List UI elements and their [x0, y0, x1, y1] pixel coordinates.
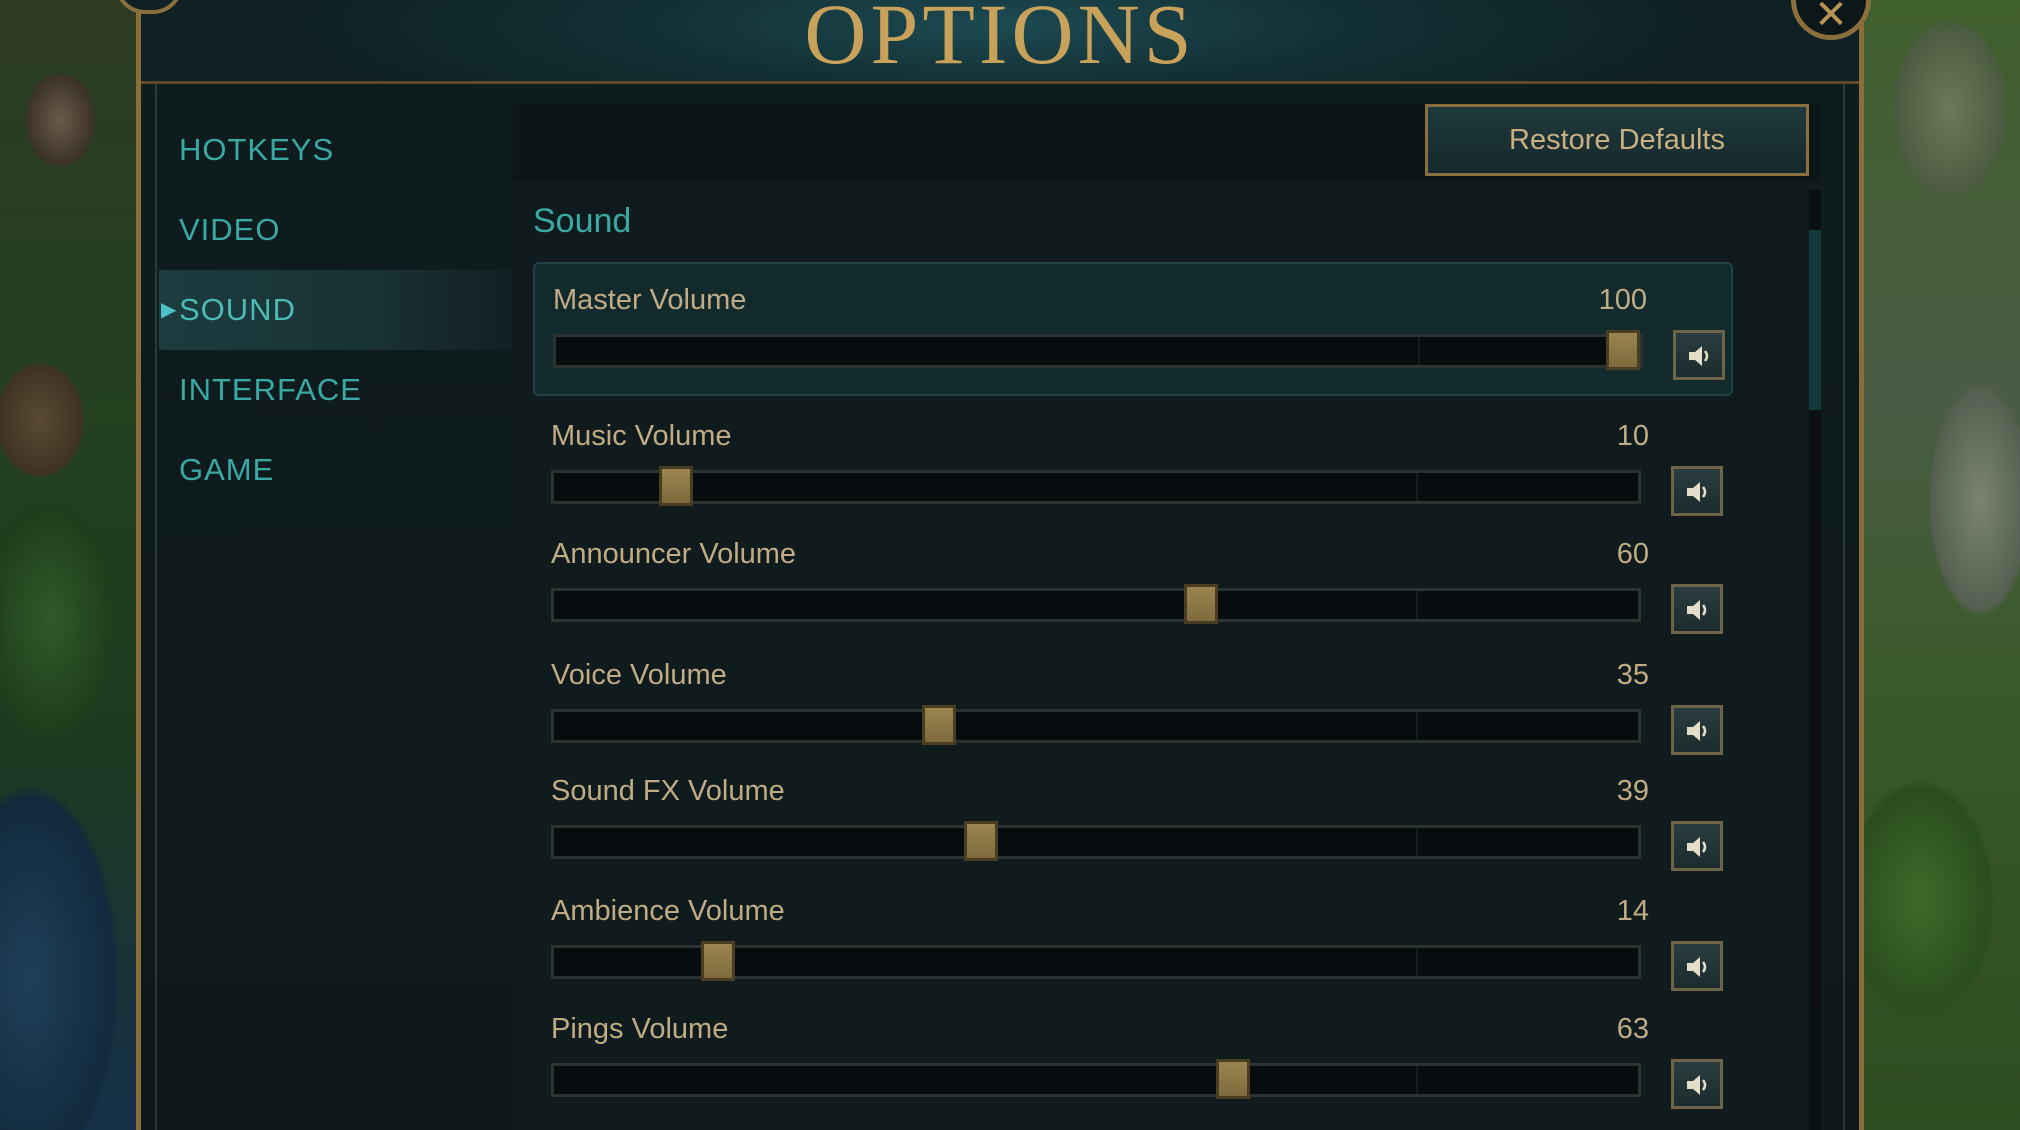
section-title: Sound	[533, 202, 632, 240]
volume-slider-thumb[interactable]	[1606, 330, 1640, 370]
volume-slider-track[interactable]	[551, 588, 1641, 622]
sidebar-item-video[interactable]: VIDEO	[159, 190, 513, 270]
volume-slider-track[interactable]	[551, 825, 1641, 859]
sidebar-item-game[interactable]: GAME	[159, 430, 513, 510]
mute-toggle-button[interactable]	[1671, 466, 1723, 516]
track-divider	[1416, 473, 1418, 501]
slider-label: Voice Volume	[551, 659, 727, 691]
slider-label: Music Volume	[551, 420, 732, 452]
volume-slider-track[interactable]	[553, 334, 1643, 368]
slider-value: 14	[1616, 895, 1649, 927]
speaker-icon	[1687, 837, 1707, 857]
sidebar-item-sound[interactable]: ▶ SOUND	[159, 270, 513, 350]
slider-label: Pings Volume	[551, 1013, 729, 1045]
map-background-right	[1860, 0, 2020, 1130]
track-divider	[1416, 948, 1418, 976]
slider-value: 60	[1616, 538, 1649, 570]
slider-label: Announcer Volume	[551, 538, 797, 570]
speaker-icon	[1687, 957, 1707, 977]
panel-toolbar: Restore Defaults	[513, 104, 1821, 182]
selected-arrow-icon: ▶	[161, 299, 178, 321]
mute-toggle-button[interactable]	[1671, 821, 1723, 871]
restore-defaults-button[interactable]: Restore Defaults	[1425, 104, 1809, 176]
volume-slider-row: Announcer Volume 60	[533, 518, 1733, 652]
volume-slider-track[interactable]	[551, 1063, 1641, 1097]
mute-toggle-button[interactable]	[1671, 941, 1723, 991]
volume-slider-thumb[interactable]	[701, 941, 735, 981]
volume-slider-thumb[interactable]	[1184, 584, 1218, 624]
volume-slider-thumb[interactable]	[963, 821, 998, 861]
close-icon: ✕	[1814, 0, 1848, 37]
track-divider	[1416, 828, 1418, 856]
slider-label: Sound FX Volume	[551, 775, 785, 807]
sidebar-item-label: GAME	[179, 452, 275, 487]
volume-slider-thumb[interactable]	[1215, 1059, 1250, 1099]
sidebar-item-label: INTERFACE	[179, 372, 362, 407]
slider-value: 39	[1616, 775, 1649, 807]
speaker-icon	[1687, 482, 1707, 502]
sidebar-item-interface[interactable]: INTERFACE	[159, 350, 513, 430]
sidebar-item-label: SOUND	[179, 292, 296, 327]
mute-toggle-button[interactable]	[1671, 584, 1723, 634]
options-sidebar: HOTKEYS VIDEO ▶ SOUND INTERFACE GAME	[159, 110, 513, 510]
sidebar-item-label: VIDEO	[179, 212, 281, 247]
scrollbar-thumb[interactable]	[1809, 230, 1821, 410]
volume-slider-track[interactable]	[551, 709, 1641, 743]
window-title: OPTIONS	[804, 0, 1196, 82]
track-divider	[1416, 591, 1418, 619]
volume-slider-thumb[interactable]	[921, 705, 956, 745]
volume-slider-row: Voice Volume 35	[533, 639, 1733, 773]
sound-settings-panel: Restore Defaults Sound Master Volume 100 M…	[513, 104, 1821, 1130]
mute-toggle-button[interactable]	[1673, 330, 1725, 380]
volume-slider-row: Pings Volume 63	[533, 993, 1733, 1127]
volume-slider-row: Music Volume 10	[533, 400, 1733, 534]
volume-slider-row: Ambience Volume 14	[533, 875, 1733, 1009]
options-header: OPTIONS ✕	[115, 0, 1871, 84]
slider-value: 63	[1616, 1013, 1649, 1045]
volume-slider-thumb[interactable]	[659, 466, 693, 506]
volume-slider-row: Master Volume 100	[533, 262, 1733, 396]
slider-value: 10	[1616, 420, 1649, 452]
track-divider	[1416, 1066, 1418, 1094]
speaker-icon	[1687, 1075, 1707, 1095]
scrollbar[interactable]	[1809, 190, 1821, 1130]
speaker-icon	[1687, 721, 1707, 741]
track-divider	[1416, 712, 1418, 740]
slider-label: Ambience Volume	[551, 895, 785, 927]
game-scene: OPTIONS ✕ HOTKEYS VIDEO ▶ SOUND INTERFAC…	[0, 0, 2020, 1130]
mute-toggle-button[interactable]	[1671, 1059, 1723, 1109]
frame-divider	[155, 84, 157, 1130]
frame-divider	[1843, 84, 1845, 1130]
map-background-left	[0, 0, 150, 1130]
sidebar-item-hotkeys[interactable]: HOTKEYS	[159, 110, 513, 190]
slider-label: Master Volume	[553, 284, 747, 316]
options-window: OPTIONS ✕ HOTKEYS VIDEO ▶ SOUND INTERFAC…	[115, 0, 1871, 1130]
mute-toggle-button[interactable]	[1671, 705, 1723, 755]
speaker-icon	[1687, 600, 1707, 620]
volume-slider-row: Sound FX Volume 39	[533, 755, 1733, 889]
slider-value: 100	[1598, 284, 1647, 316]
track-divider	[1418, 337, 1420, 365]
slider-value: 35	[1616, 659, 1649, 691]
speaker-icon	[1689, 346, 1709, 366]
sidebar-item-label: HOTKEYS	[179, 132, 335, 167]
volume-slider-track[interactable]	[551, 470, 1641, 504]
